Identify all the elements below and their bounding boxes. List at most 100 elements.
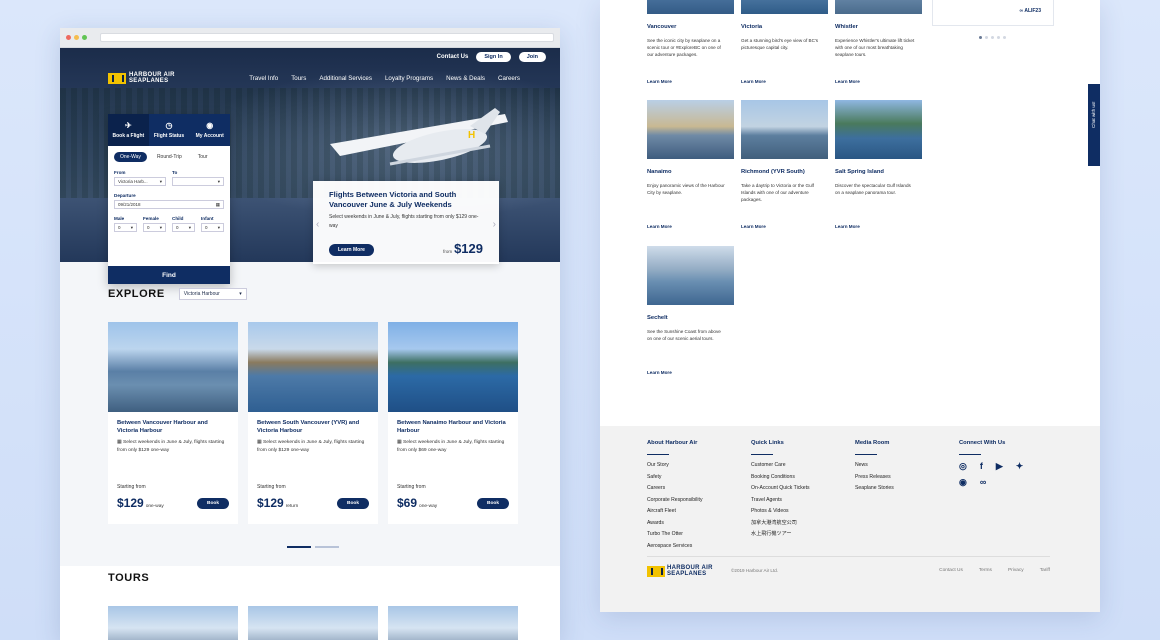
departure-date-input[interactable]: 09/21/2018 ▦ [114, 200, 224, 209]
tour-image[interactable] [248, 606, 378, 640]
footer-link[interactable]: News [855, 460, 894, 472]
book-button[interactable]: Book [337, 498, 369, 509]
footer-link[interactable]: Our Story [647, 460, 703, 472]
nav-careers[interactable]: Careers [498, 75, 520, 82]
svg-text:H: H [468, 130, 475, 141]
footer-link[interactable]: Photos & Videos [751, 506, 810, 518]
footer-tariff-link[interactable]: Tariff [1040, 568, 1050, 573]
minimize-dot[interactable] [74, 35, 79, 40]
carousel-dot[interactable] [997, 36, 1000, 39]
destination-card-nanaimo[interactable]: Nanaimo Enjoy panoramic views of the Har… [647, 100, 734, 240]
footer-link[interactable]: Aircraft Fleet [647, 506, 703, 518]
destination-card-sechelt[interactable]: Sechelt See the Sunshine Coast from abov… [647, 246, 734, 386]
twitter-icon[interactable]: ✦ [1016, 460, 1024, 472]
nav-tours[interactable]: Tours [291, 75, 306, 82]
learn-more-link[interactable]: Learn More [647, 370, 672, 375]
instagram-icon[interactable]: ◎ [959, 460, 967, 472]
book-button[interactable]: Book [197, 498, 229, 509]
footer-logo[interactable]: HARBOUR AIR SEAPLANES [647, 565, 713, 577]
carousel-dot[interactable] [1003, 36, 1006, 39]
explore-location-select[interactable]: Victoria Harbour ▾ [178, 288, 247, 300]
destination-card-victoria[interactable]: Victoria Get a stunning bird's eye view … [741, 0, 828, 100]
join-button[interactable]: Join [518, 52, 546, 62]
trip-round-trip[interactable]: Round-Trip [151, 152, 188, 162]
child-count-select[interactable]: 0 ▾ [172, 223, 195, 232]
tripadvisor-icon[interactable]: ∞ [980, 476, 986, 488]
footer-link[interactable]: Safety [647, 472, 703, 484]
footer-link[interactable]: Press Releases [855, 472, 894, 484]
pager-dot[interactable] [315, 546, 339, 548]
close-dot[interactable] [66, 35, 71, 40]
footer-link[interactable]: Corporate Responsibility [647, 495, 703, 507]
footer-link[interactable]: On-Account Quick Tickets [751, 483, 810, 495]
find-button[interactable]: Find [108, 266, 230, 284]
footer-link[interactable]: Seaplane Stories [855, 483, 894, 495]
learn-more-link[interactable]: Learn More [835, 224, 860, 229]
learn-more-link[interactable]: Learn More [835, 79, 860, 84]
footer-link[interactable]: Aerospace Services [647, 541, 703, 553]
carousel-dot[interactable] [991, 36, 994, 39]
departure-label: Departure [114, 193, 136, 198]
maximize-dot[interactable] [82, 35, 87, 40]
plane-icon: ✈ [124, 120, 132, 130]
tour-image[interactable] [388, 606, 518, 640]
to-select[interactable]: ▾ [172, 177, 224, 186]
destination-card-whistler[interactable]: Whistler Experience Whistler's ultimate … [835, 0, 922, 100]
footer-link[interactable]: Travel Agents [751, 495, 810, 507]
chat-with-us-tab[interactable]: Chat with us! [1088, 84, 1100, 166]
trip-one-way[interactable]: One-Way [114, 152, 147, 162]
sign-in-button[interactable]: Sign In [476, 52, 511, 62]
nav-news-deals[interactable]: News & Deals [446, 75, 485, 82]
tours-section: TOURS [60, 566, 560, 640]
learn-more-link[interactable]: Learn More [647, 224, 672, 229]
tab-book-flight[interactable]: ✈ Book a Flight [108, 114, 149, 146]
destination-card-salt-spring[interactable]: Salt Spring Island Discover the spectacu… [835, 100, 922, 240]
footer-link[interactable]: Careers [647, 483, 703, 495]
footer-link[interactable]: Customer Care [751, 460, 810, 472]
address-bar[interactable] [100, 33, 554, 42]
contact-link[interactable]: Contact Us [437, 54, 469, 60]
destination-card-richmond[interactable]: Richmond (YVR South) Take a daytrip to V… [741, 100, 828, 240]
nav-loyalty-programs[interactable]: Loyalty Programs [385, 75, 433, 82]
footer-link[interactable]: Turbo The Otter [647, 529, 703, 541]
tab-flight-status[interactable]: ◷ Flight Status [149, 114, 190, 146]
book-button[interactable]: Book [477, 498, 509, 509]
footer-link[interactable]: Awards [647, 518, 703, 530]
destination-card-vancouver[interactable]: Vancouver See the iconic city by seaplan… [647, 0, 734, 100]
tab-my-account[interactable]: ◉ My Account [189, 114, 230, 146]
pager-dot[interactable] [287, 546, 311, 548]
deal-card[interactable]: Between Vancouver Harbour and Victoria H… [108, 322, 238, 524]
carousel-dot[interactable] [979, 36, 982, 39]
learn-more-link[interactable]: Learn More [647, 79, 672, 84]
infant-count-select[interactable]: 0 ▾ [201, 223, 224, 232]
learn-more-link[interactable]: Learn More [741, 224, 766, 229]
promo-learn-more-button[interactable]: Learn More [329, 244, 374, 256]
trip-tour[interactable]: Tour [192, 152, 214, 162]
weibo-icon[interactable]: ◉ [959, 476, 967, 488]
chevron-right-icon[interactable]: › [493, 219, 496, 230]
tour-image[interactable] [108, 606, 238, 640]
chevron-left-icon[interactable]: ‹ [316, 219, 319, 230]
child-label: Child [172, 216, 184, 221]
chevron-down-icon: ▾ [159, 178, 162, 184]
footer-privacy-link[interactable]: Privacy [1008, 568, 1024, 573]
from-select[interactable]: Victoria Harb... ▾ [114, 177, 166, 186]
logo[interactable]: HARBOUR AIR SEAPLANES [108, 72, 175, 84]
footer-link[interactable]: Booking Conditions [751, 472, 810, 484]
footer-terms-link[interactable]: Terms [979, 568, 992, 573]
footer-contact-link[interactable]: Contact Us [939, 568, 963, 573]
deal-card[interactable]: Between South Vancouver (YVR) and Victor… [248, 322, 378, 524]
male-count-select[interactable]: 0 ▾ [114, 223, 137, 232]
youtube-icon[interactable]: ▶ [996, 460, 1003, 472]
footer-link[interactable]: 水上飛行機ツアー [751, 529, 810, 541]
nav-additional-services[interactable]: Additional Services [319, 75, 372, 82]
learn-more-link[interactable]: Learn More [741, 79, 766, 84]
carousel-dot[interactable] [985, 36, 988, 39]
female-count-select[interactable]: 0 ▾ [143, 223, 166, 232]
nav-travel-info[interactable]: Travel Info [249, 75, 278, 82]
deal-card-image [108, 322, 238, 412]
footer-link[interactable]: 加拿大港湾航空公司 [751, 518, 810, 530]
facebook-icon[interactable]: f [980, 460, 983, 472]
deal-card-price: $129 return [257, 496, 299, 510]
deal-card[interactable]: Between Nanaimo Harbour and Victoria Har… [388, 322, 518, 524]
